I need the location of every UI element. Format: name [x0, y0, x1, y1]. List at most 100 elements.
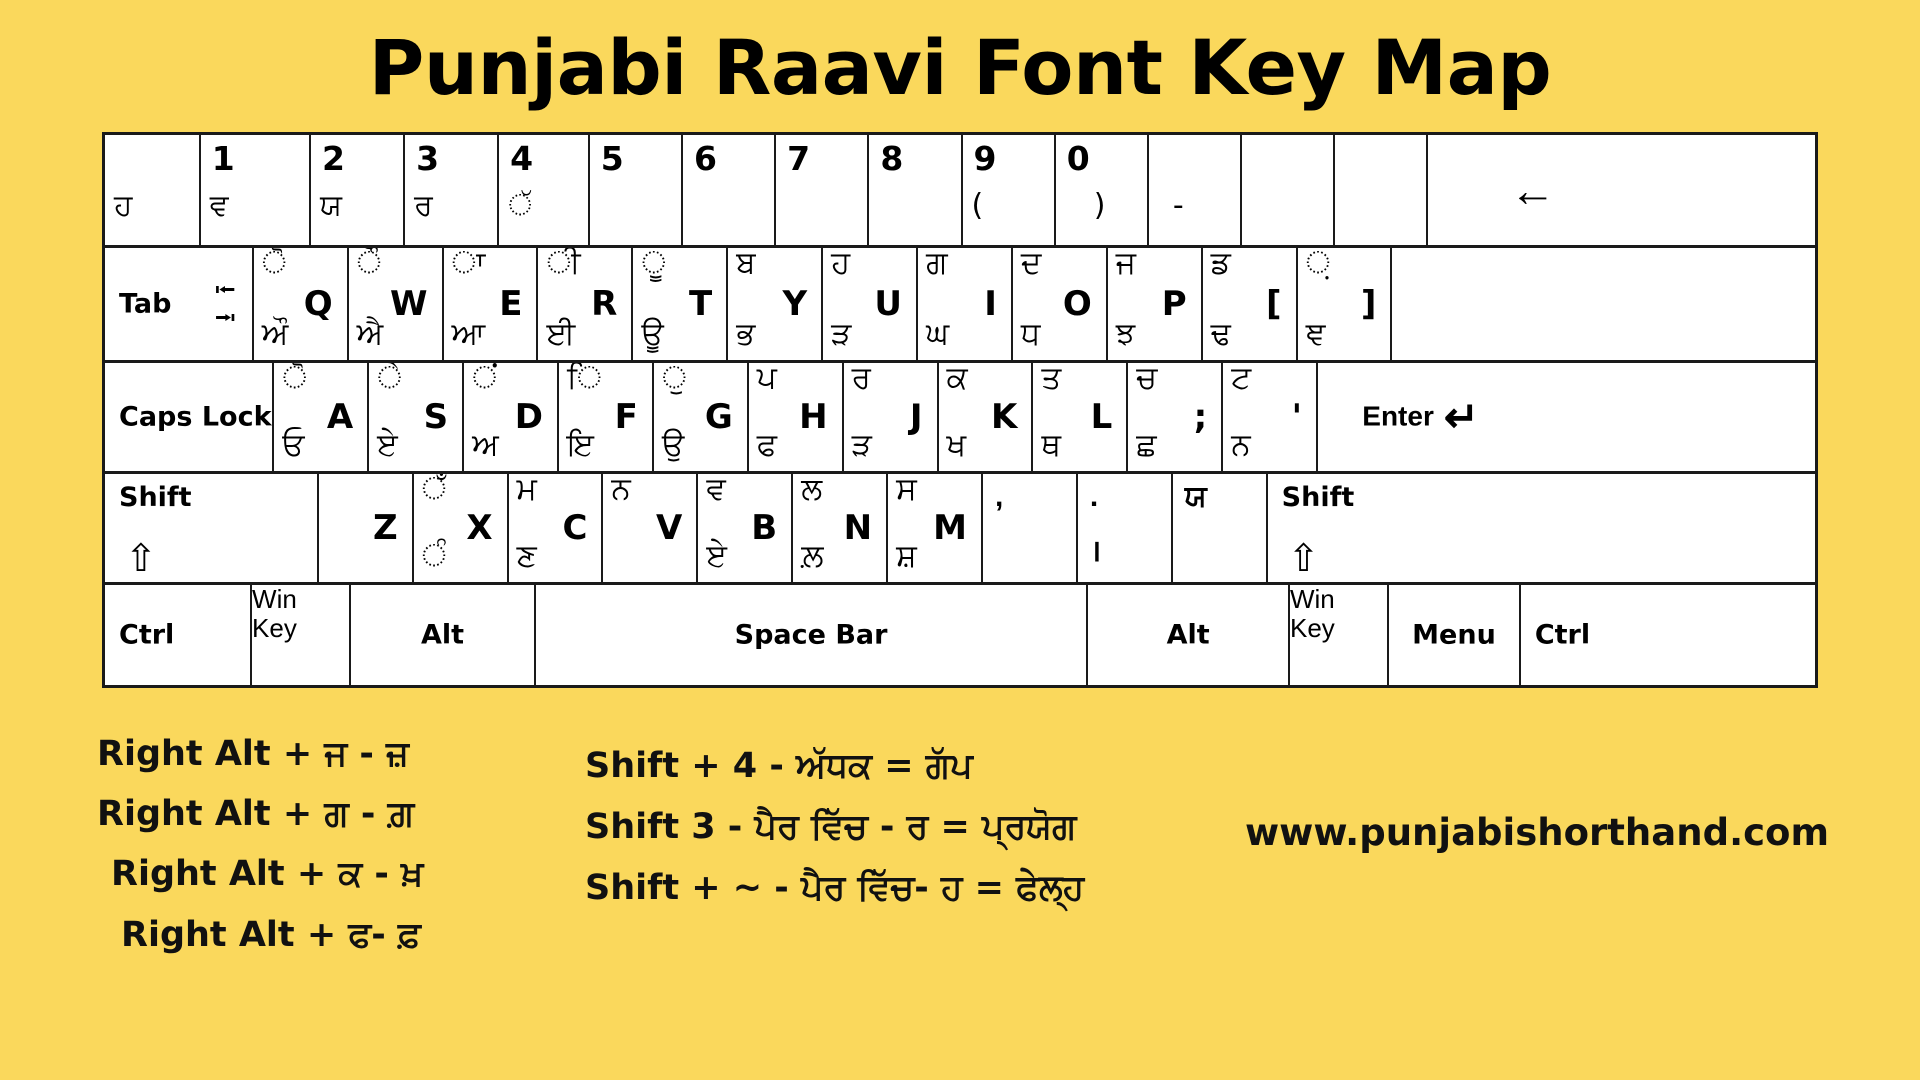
key-s-lower-punjabi: ਏ — [377, 427, 398, 463]
key-h-latin: H — [799, 397, 828, 437]
key-t[interactable]: ੂ ਊ T — [633, 248, 729, 360]
key-f[interactable]: ਿ ਇ F — [558, 363, 654, 471]
key-c[interactable]: ਮ ਣ C — [508, 474, 604, 582]
key-n[interactable]: ਲ ਲ਼ N — [793, 474, 889, 582]
key-7[interactable]: 7 — [776, 135, 870, 245]
key-s-latin: S — [423, 397, 449, 437]
key-menu[interactable]: Menu — [1389, 585, 1521, 685]
key-d[interactable]: ਂ ਅ D — [464, 363, 559, 471]
key-1[interactable]: 1 ਵ — [200, 135, 312, 245]
key-l[interactable]: ਤ ਥ L — [1033, 363, 1129, 471]
key-v[interactable]: ਨ V — [603, 474, 699, 582]
key-alt-right[interactable]: Alt — [1088, 585, 1290, 685]
key-z-latin: Z — [372, 508, 398, 548]
note-shift-3: Shift + ~ - ਪੈਰ ਵਿੱਚ- ਹ = ਫੇਲ੍ਹ — [585, 867, 1085, 908]
key-bracket-left-lower-punjabi: ਢ — [1210, 316, 1231, 352]
key-minus[interactable]: - — [1148, 135, 1243, 245]
key-bracket-right[interactable]: ਼ ਞ ] — [1297, 248, 1393, 360]
key-j[interactable]: ਰ ੜ J — [843, 363, 939, 471]
key-0[interactable]: 0 ) — [1055, 135, 1149, 245]
key-semicolon[interactable]: ਚ ਛ ; — [1128, 363, 1224, 471]
key-caps-lock[interactable]: Caps Lock — [105, 363, 275, 471]
key-d-latin: D — [514, 397, 543, 437]
key-shift-right-label: Shift — [1281, 482, 1355, 513]
key-p[interactable]: ਜ ਝ P — [1107, 248, 1203, 360]
key-apostrophe[interactable]: ਟ ਨ ' — [1223, 363, 1319, 471]
key-4[interactable]: 4 ੱ — [499, 135, 590, 245]
key-period-symbol: . — [1089, 480, 1099, 513]
key-i-upper-punjabi: ਗ — [926, 248, 948, 281]
note-shift-1: Shift + 4 - ਅੱਧਕ = ਗੱਪ — [585, 746, 973, 786]
key-comma[interactable]: , — [982, 474, 1078, 582]
key-d-upper-punjabi: ਂ — [472, 363, 497, 396]
key-x-lower-punjabi: ੰ — [421, 538, 447, 574]
key-o[interactable]: ਦ ਧ O — [1012, 248, 1108, 360]
key-6[interactable]: 6 — [682, 135, 777, 245]
key-semicolon-upper-punjabi: ਚ — [1136, 363, 1158, 396]
key-backslash[interactable] — [1392, 248, 1557, 360]
key-shift-right[interactable]: Shift ⇧ — [1267, 474, 1525, 582]
key-slash[interactable]: ਯ — [1172, 474, 1268, 582]
key-b[interactable]: ਵ ਏ B — [698, 474, 794, 582]
key-i[interactable]: ਗ ਘ I — [918, 248, 1013, 360]
key-5[interactable]: 5 — [589, 135, 683, 245]
key-s[interactable]: ੇ ਏ S — [369, 363, 465, 471]
key-2[interactable]: 2 ਯ — [311, 135, 406, 245]
key-u[interactable]: ਹ ੜ U — [823, 248, 918, 360]
key-backtick[interactable]: ਹ — [105, 135, 201, 245]
key-j-lower-punjabi: ੜ — [851, 427, 872, 463]
key-w-latin: W — [390, 284, 428, 324]
key-9[interactable]: 9 ( — [962, 135, 1056, 245]
key-k[interactable]: ਕ ਖ K — [938, 363, 1034, 471]
key-ctrl-left-label: Ctrl — [119, 619, 175, 651]
key-e-lower-punjabi: ਆ — [451, 316, 486, 352]
key-j-latin: J — [909, 397, 923, 437]
key-alt-left[interactable]: Alt — [351, 585, 536, 685]
key-r[interactable]: ੀ ਈ R — [538, 248, 634, 360]
key-z[interactable]: Z — [318, 474, 414, 582]
key-l-lower-punjabi: ਥ — [1041, 427, 1062, 463]
notes-left-column: Right Alt + ਜ - ਜ਼ Right Alt + ਗ - ਗ਼ Ri… — [97, 724, 567, 965]
key-g[interactable]: ੁ ਉ G — [653, 363, 749, 471]
key-p-upper-punjabi: ਜ — [1115, 248, 1137, 281]
key-slash-punjabi: ਯ — [1184, 480, 1207, 513]
key-backspace[interactable]: ← — [1428, 135, 1638, 245]
key-win-left-label: Win Key — [252, 585, 297, 644]
key-x[interactable]: ਁ ੰ X — [413, 474, 509, 582]
key-enter[interactable]: Enter ↵ — [1318, 363, 1524, 471]
key-g-lower-punjabi: ਉ — [661, 427, 685, 463]
key-y[interactable]: ਬ ਭ Y — [728, 248, 824, 360]
key-i-lower-punjabi: ਘ — [926, 316, 950, 352]
key-g-latin: G — [704, 397, 733, 437]
key-bracket-left[interactable]: ਡ ਢ [ — [1202, 248, 1298, 360]
key-y-latin: Y — [782, 284, 808, 324]
key-a[interactable]: ੋ ਓ A — [274, 363, 370, 471]
key-tab[interactable]: Tab ⭰ ⭲ — [105, 248, 254, 360]
key-m[interactable]: ਸ ਸ਼ M — [888, 474, 983, 582]
key-8-digit: 8 — [880, 139, 904, 178]
key-period[interactable]: . । — [1077, 474, 1173, 582]
shift-up-arrow-icon-left: ⇧ — [125, 538, 157, 580]
website-url: www.punjabishorthand.com — [1245, 811, 1830, 854]
key-ctrl-right[interactable]: Ctrl — [1520, 585, 1644, 685]
key-n-upper-punjabi: ਲ — [801, 474, 823, 507]
key-spare[interactable] — [1335, 135, 1429, 245]
key-s-upper-punjabi: ੇ — [377, 363, 402, 396]
key-e[interactable]: ਾ ਆ E — [443, 248, 539, 360]
key-h[interactable]: ਪ ਫ H — [748, 363, 844, 471]
key-equals[interactable] — [1242, 135, 1336, 245]
key-win-right[interactable]: Win Key — [1289, 585, 1390, 685]
key-win-left[interactable]: Win Key — [252, 585, 352, 685]
key-shift-left[interactable]: Shift ⇧ — [105, 474, 319, 582]
key-w-upper-punjabi: ੌ — [356, 248, 382, 281]
footer-notes: Right Alt + ਜ - ਜ਼ Right Alt + ਗ - ਗ਼ Ri… — [45, 718, 1875, 988]
key-r-upper-punjabi: ੀ — [546, 248, 581, 281]
key-o-latin: O — [1062, 284, 1092, 324]
key-w[interactable]: ੌ ਐ W — [348, 248, 444, 360]
key-q[interactable]: ੋ ਔ Q — [253, 248, 349, 360]
key-ctrl-left[interactable]: Ctrl — [105, 585, 253, 685]
key-space-bar[interactable]: Space Bar — [535, 585, 1089, 685]
key-8[interactable]: 8 — [869, 135, 963, 245]
key-3[interactable]: 3 ਰ — [405, 135, 500, 245]
key-enter-label: Enter ↵ — [1318, 393, 1523, 442]
